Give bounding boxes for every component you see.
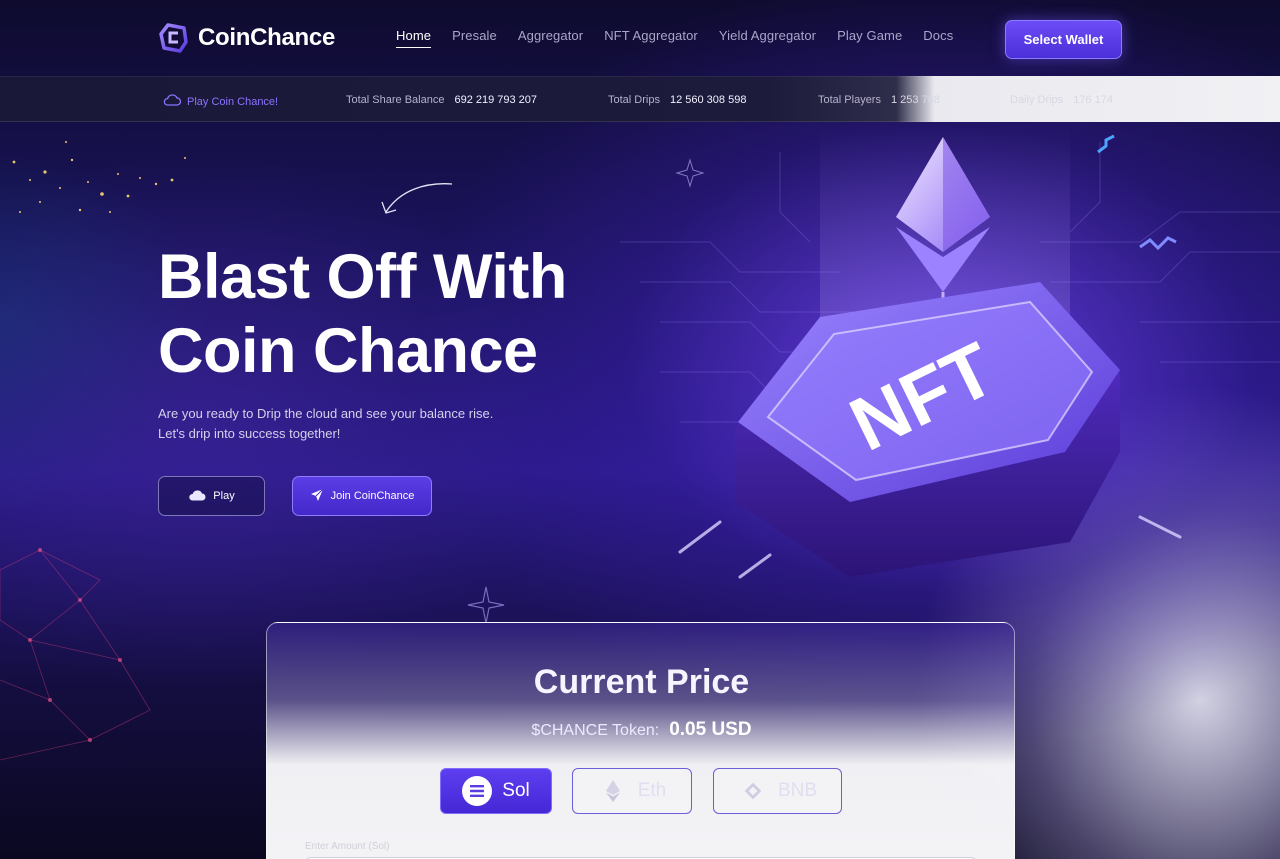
main-nav: Home Presale Aggregator NFT Aggregator Y… [396,28,953,48]
paper-plane-icon [310,488,324,505]
hero-description: Are you ready to Drip the cloud and see … [158,404,578,444]
hero-title-line1: Blast Off With [158,242,567,312]
chain-eth-button[interactable]: Eth [572,768,692,814]
nav-presale[interactable]: Presale [452,28,497,48]
brand-logo[interactable]: CoinChance [158,22,335,54]
card-title: Current Price [533,663,750,701]
nav-nft-aggregator[interactable]: NFT Aggregator [604,28,698,48]
coinchance-logo-icon [158,22,190,54]
stat-value: 12 560 308 598 [669,94,747,106]
play-button[interactable]: Play [158,476,265,516]
network-mesh [0,548,151,761]
cloud-icon [188,489,206,504]
chain-bnb-label: BNB [777,780,818,801]
stat-label: Total Share Balance [346,94,445,106]
sparkle-field [12,141,186,213]
stat-label: Total Players [818,94,881,106]
stat-label: Total Drips [608,94,660,106]
chain-sol-label: Sol [502,780,530,801]
nav-aggregator[interactable]: Aggregator [518,28,583,48]
solana-icon [462,776,493,806]
stat-value: 1 253 768 [890,94,940,106]
hero-title-line2: Coin Chance [158,316,538,386]
nav-yield-aggregator[interactable]: Yield Aggregator [719,28,816,48]
bnb-icon [738,776,768,806]
nav-play-game[interactable]: Play Game [837,28,902,48]
stat-value: 692 219 793 207 [454,94,538,106]
stat-total-players: Total Players 1 253 768 [818,94,940,106]
nav-home[interactable]: Home [396,28,432,48]
play-coin-chance-link[interactable]: Play Coin Chance! [163,94,278,109]
stat-value: 176 174 [1073,94,1113,106]
stat-label: Daily Drips [1010,94,1064,106]
nft-hero-illustration: NFT [620,122,1280,579]
play-button-label: Play [213,490,235,502]
token-price-row: $CHANCE Token: 0.05 USD [267,719,1014,741]
current-price-card: Current Price $CHANCE Token: 0.05 USD So… [266,622,1015,859]
token-label: $CHANCE Token: [531,722,660,739]
hero-title: Blast Off With Coin Chance [158,240,678,388]
token-price: 0.05 USD [669,719,752,740]
sparkle-icon [467,586,505,624]
ethereum-icon [598,776,628,806]
join-coinchance-button[interactable]: Join CoinChance [292,476,432,516]
nav-docs[interactable]: Docs [923,28,953,48]
stat-total-drips: Total Drips 12 560 308 598 [608,94,746,106]
curved-arrow-icon [381,183,453,214]
stats-bar: Play Coin Chance! Total Share Balance 69… [0,76,1280,122]
join-button-label: Join CoinChance [330,490,415,502]
stat-total-share-balance: Total Share Balance 692 219 793 207 [346,94,537,106]
chain-bnb-button[interactable]: BNB [713,768,842,814]
chain-sol-button[interactable]: Sol [440,768,552,814]
amount-label: Enter Amount (Sol) [305,841,390,852]
hero-desc-line1: Are you ready to Drip the cloud and see … [158,406,494,421]
top-header: CoinChance Home Presale Aggregator NFT A… [0,0,1280,76]
cloud-icon [163,94,182,109]
chain-eth-label: Eth [637,780,667,801]
play-link-label: Play Coin Chance! [187,95,279,108]
hero-desc-line2: Let's drip into success together! [158,426,341,441]
brand-name: CoinChance [198,24,336,51]
select-wallet-button[interactable]: Select Wallet [1005,20,1122,59]
stat-daily-drips: Daily Drips 176 174 [1010,94,1113,106]
